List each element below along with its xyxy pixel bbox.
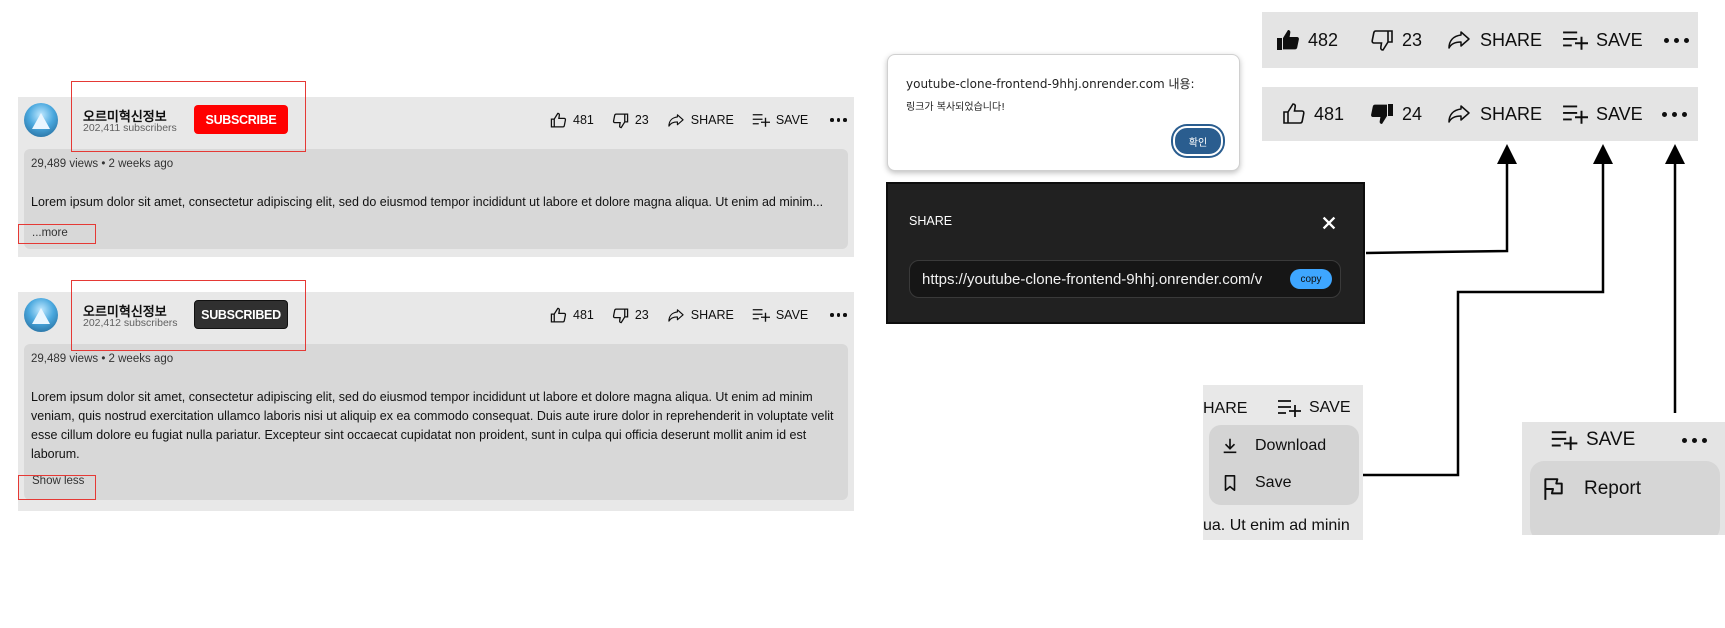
annotation-arrows	[1363, 144, 1685, 477]
arrow-share-to-share-button	[1365, 144, 1517, 255]
arrow-save-menu-to-save-button	[1363, 144, 1613, 477]
